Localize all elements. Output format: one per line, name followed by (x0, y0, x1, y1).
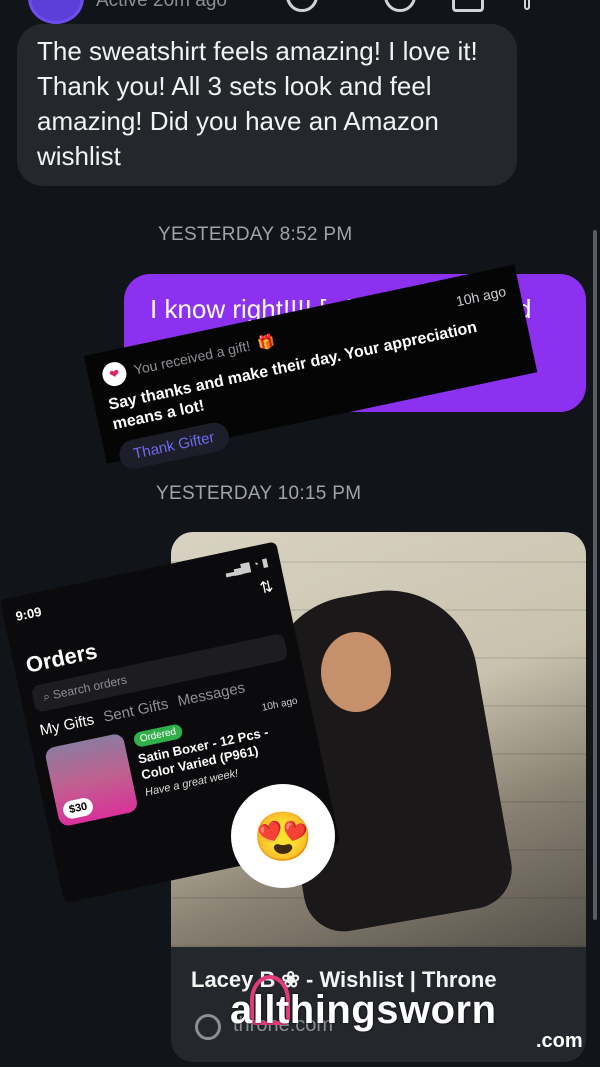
avatar[interactable] (28, 0, 84, 24)
watermark-suffix: .com (536, 1030, 583, 1052)
watermark: allthingsworn (230, 988, 497, 1032)
order-thumbnail: $30 (43, 732, 139, 828)
tab-messages: Messages (176, 679, 247, 711)
incoming-message[interactable]: The sweatshirt feels amazing! I love it!… (17, 24, 517, 186)
reaction-emoji: 😍 (231, 784, 335, 888)
tab-sent-gifts: Sent Gifts (101, 695, 170, 726)
globe-icon (195, 1014, 221, 1040)
order-price: $30 (61, 796, 95, 821)
gift-icon: 🎁 (256, 331, 277, 351)
timestamp: YESTERDAY 8:52 PM (158, 224, 353, 245)
chat-header: Active 20m ago (0, 0, 600, 24)
search-placeholder: Search orders (51, 672, 129, 702)
video-call-icon[interactable] (384, 0, 416, 12)
notification-time: 10h ago (454, 283, 508, 310)
active-status: Active 20m ago (96, 0, 227, 11)
more-options-icon[interactable] (524, 0, 530, 10)
tab-my-gifts: My Gifts (38, 711, 96, 740)
signal-wifi-battery-icon: ▂▄▆ ◔ ▮ (224, 556, 270, 578)
call-icon[interactable] (286, 0, 318, 12)
timestamp: YESTERDAY 10:15 PM (156, 483, 362, 504)
heart-icon: ❤ (100, 359, 129, 389)
status-time: 9:09 (14, 603, 43, 624)
order-time: 10h ago (260, 695, 299, 714)
chat-info-icon[interactable] (452, 0, 484, 12)
scrollbar[interactable] (593, 230, 597, 920)
